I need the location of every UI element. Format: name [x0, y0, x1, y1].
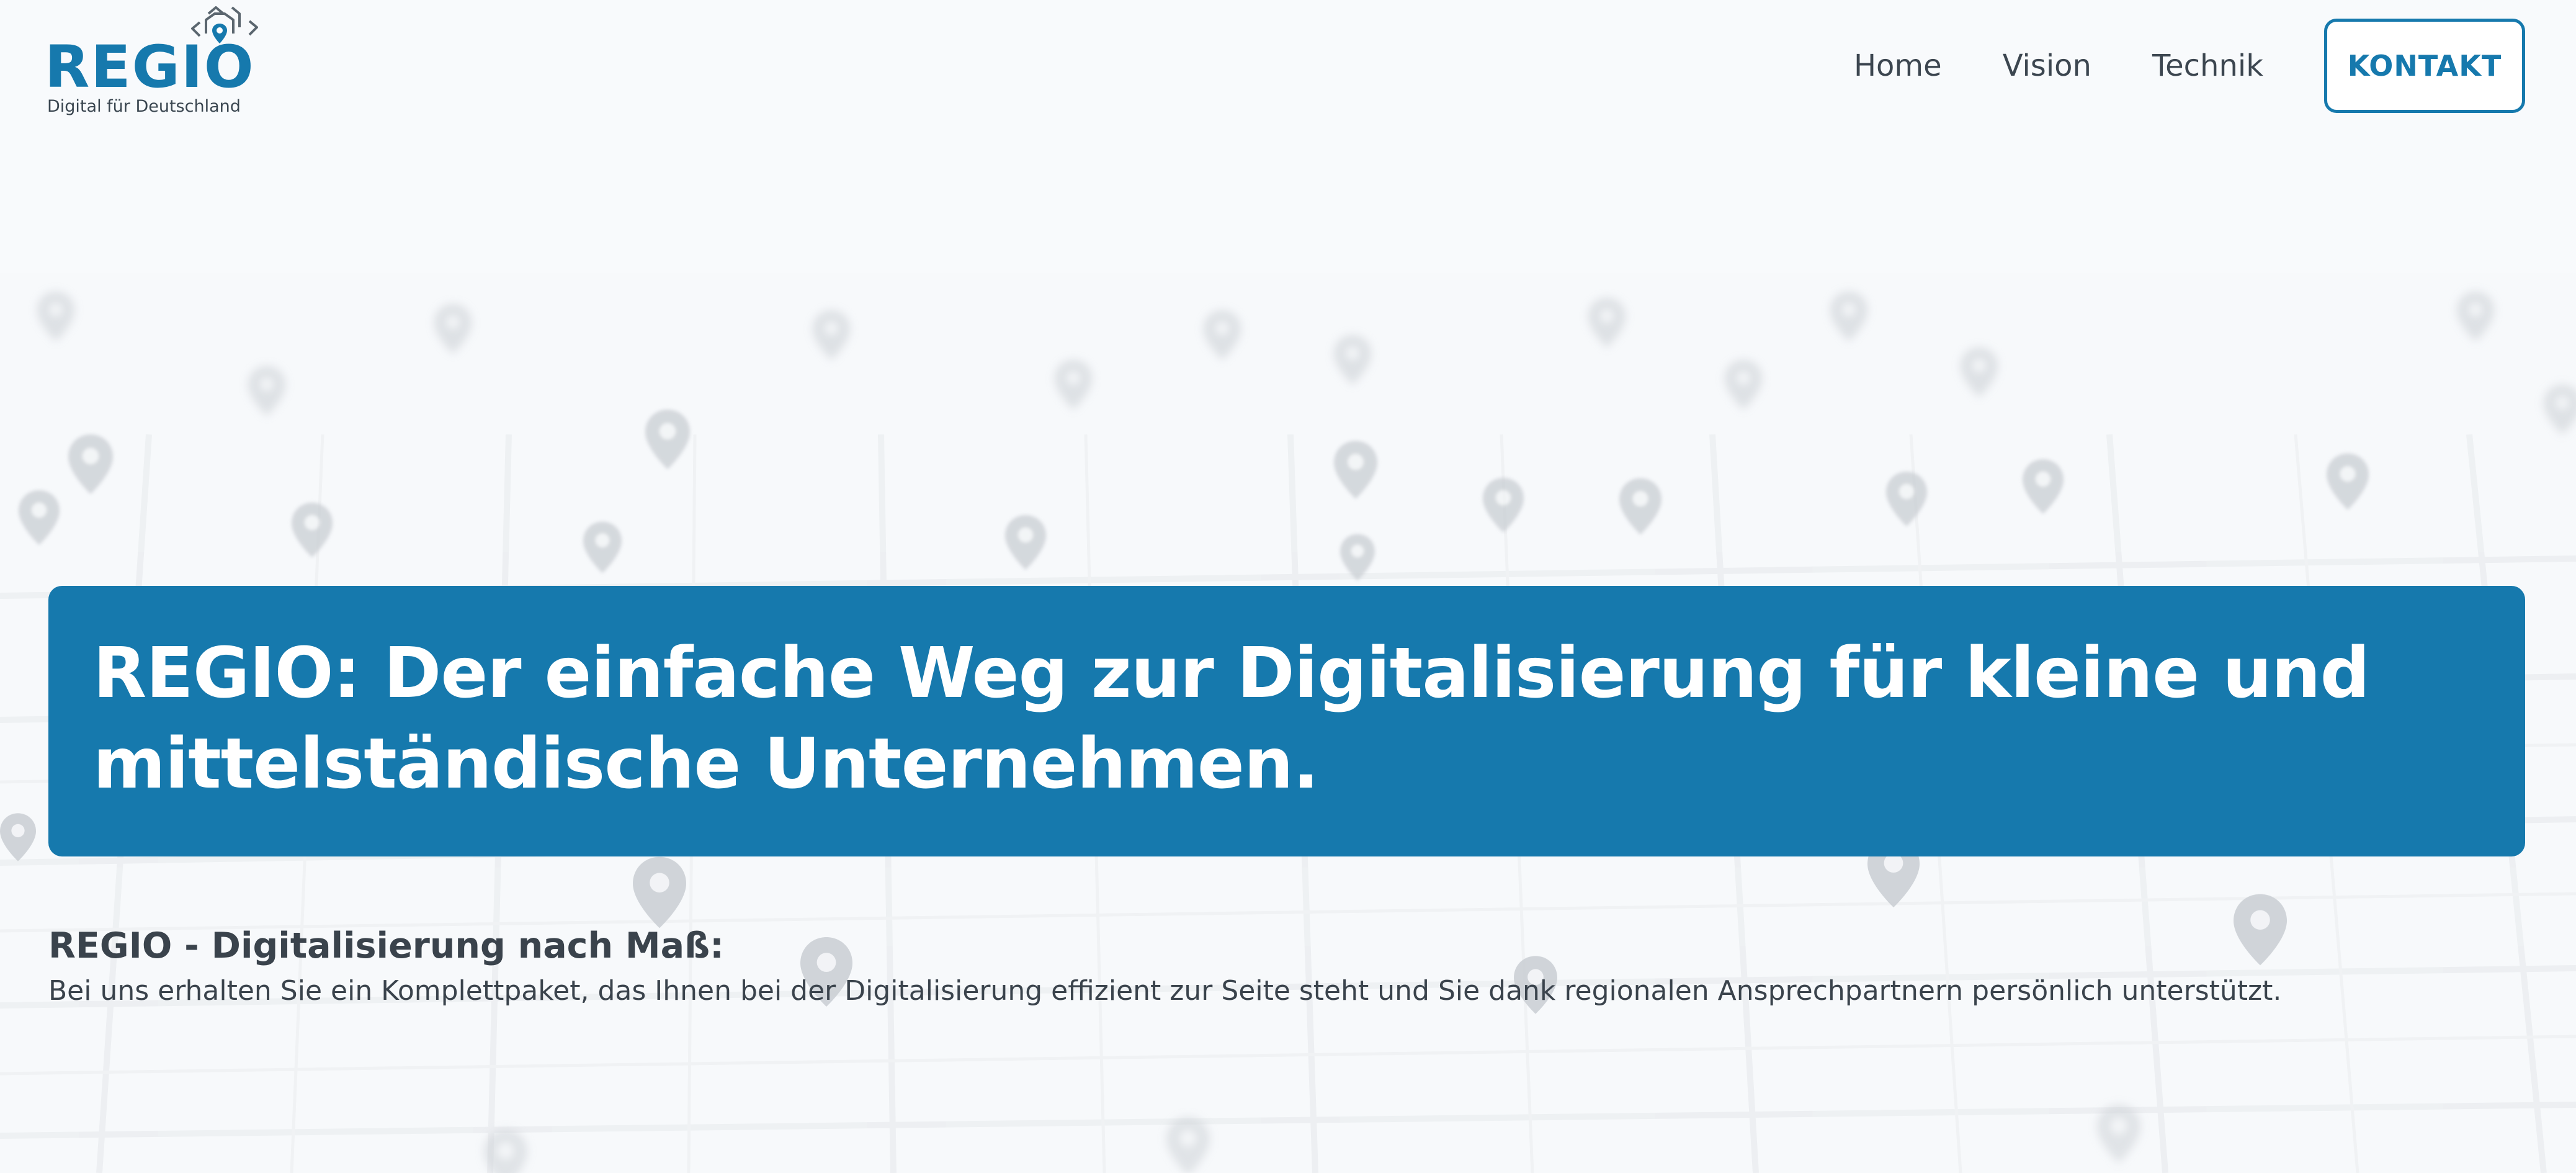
- intro-section: REGIO - Digitalisierung nach Maß: Bei un…: [48, 925, 2524, 1009]
- nav-link-vision[interactable]: Vision: [2003, 51, 2091, 81]
- nav-link-home[interactable]: Home: [1854, 51, 1942, 81]
- brand-logo[interactable]: REGIO Digital für Deutschland: [45, 5, 268, 117]
- nav-link-technik[interactable]: Technik: [2152, 51, 2263, 81]
- intro-text: Bei uns erhalten Sie ein Komplettpaket, …: [48, 975, 2282, 1007]
- hero-banner: REGIO: Der einfache Weg zur Digitalisier…: [48, 586, 2525, 856]
- logo-tagline: Digital für Deutschland: [47, 97, 241, 116]
- intro-heading: REGIO - Digitalisierung nach Maß:: [48, 925, 724, 966]
- contact-button[interactable]: KONTAKT: [2324, 19, 2525, 113]
- main-navigation: Home Vision Technik KONTAKT: [1854, 17, 2525, 114]
- logo-wordmark: REGIO: [45, 34, 255, 101]
- hero-title: REGIO: Der einfache Weg zur Digitalisier…: [93, 633, 2370, 804]
- site-header: REGIO Digital für Deutschland Home Visio…: [0, 0, 2576, 130]
